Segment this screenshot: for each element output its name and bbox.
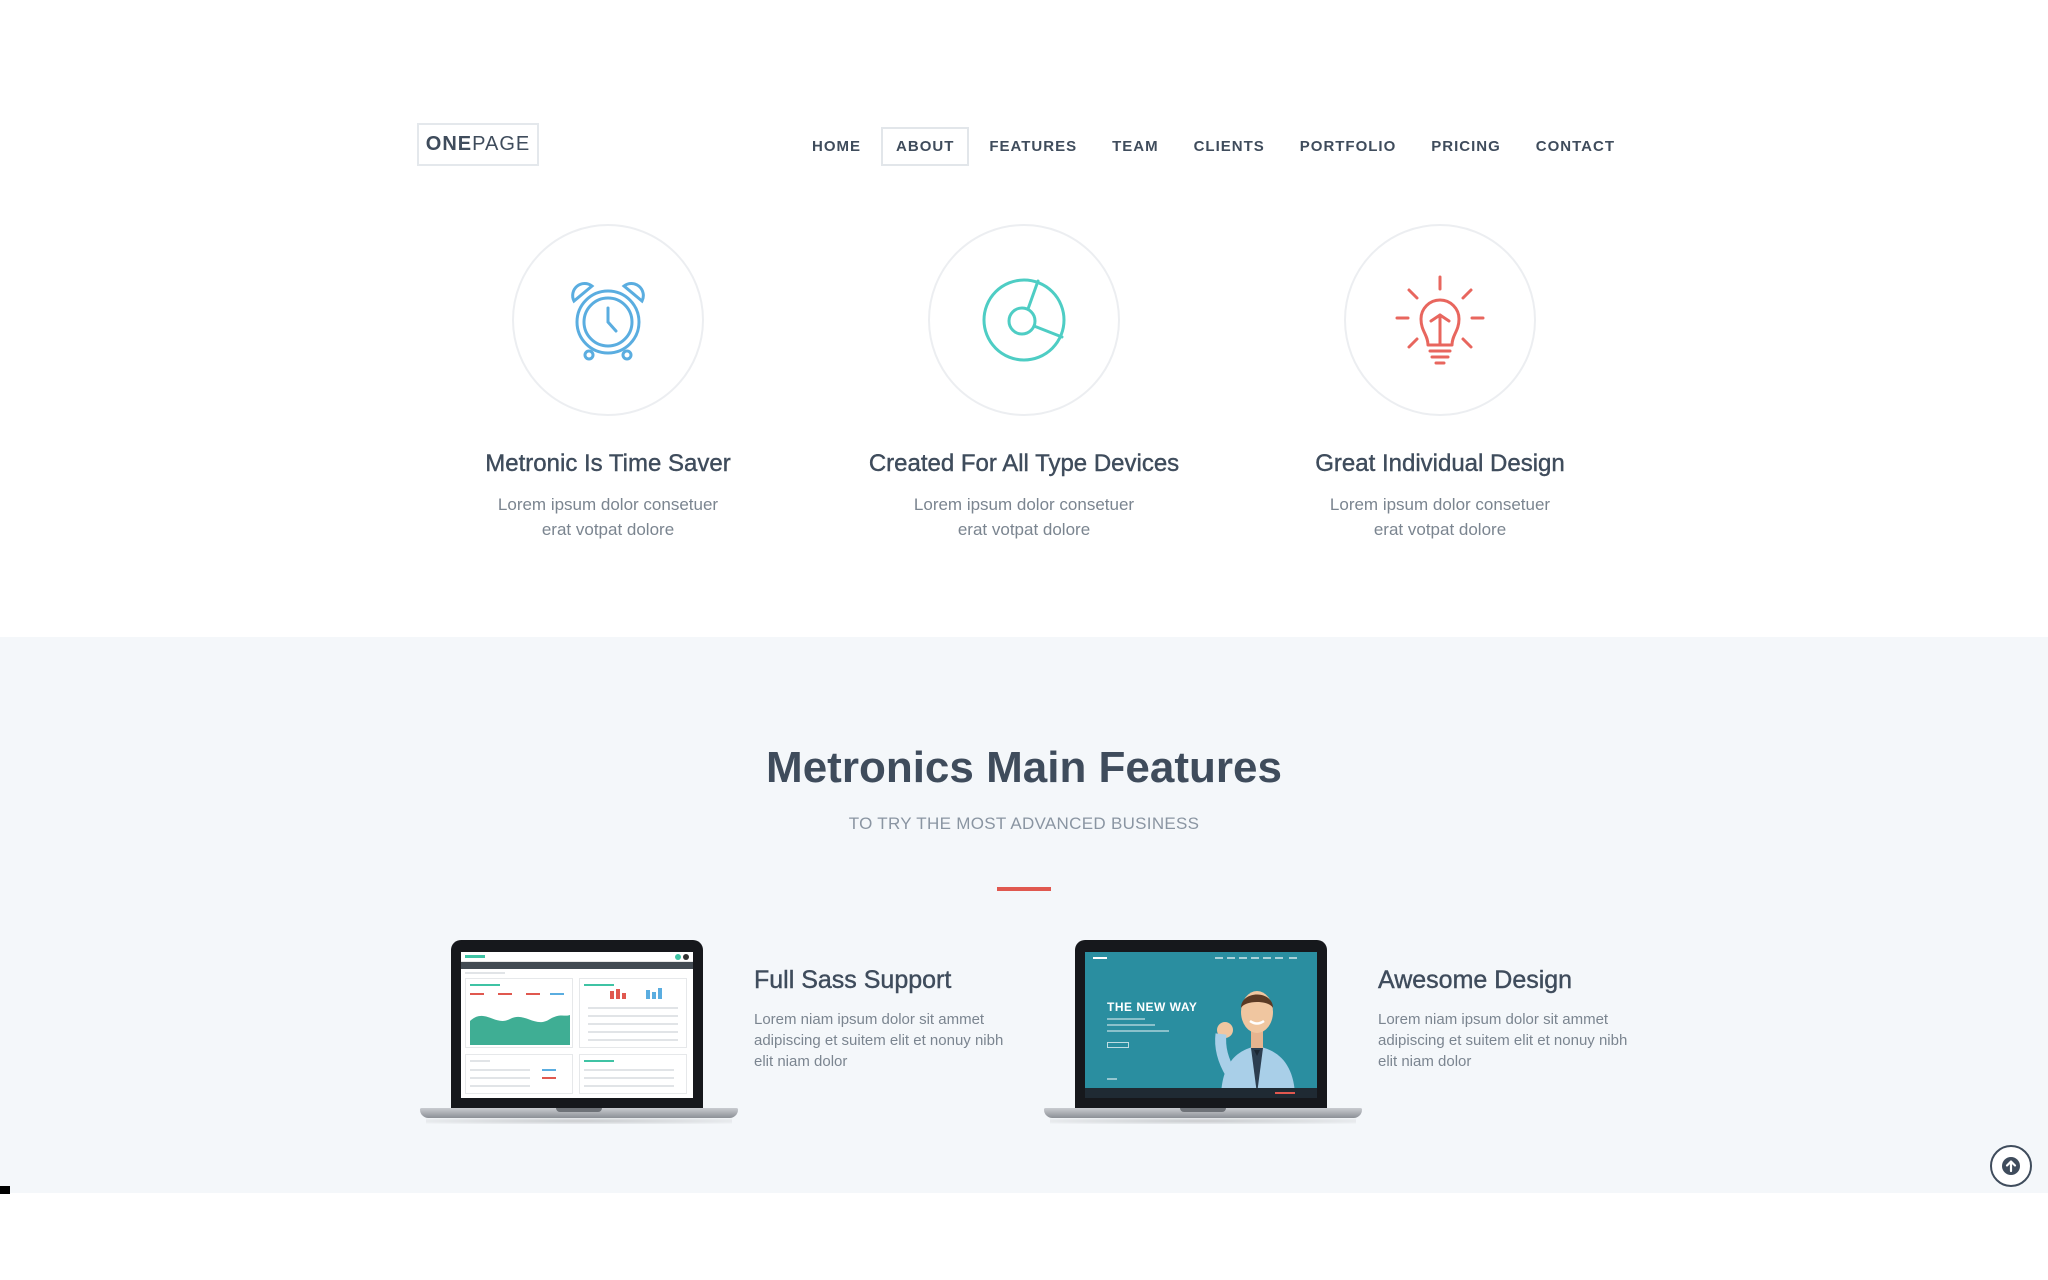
feature-description: Lorem niam ipsum dolor sit ammet adipisc…	[1378, 1009, 1648, 1072]
feature-desc-line: Lorem niam ipsum dolor sit ammet	[754, 1011, 985, 1028]
service-title: Great Individual Design	[1315, 450, 1565, 477]
service-desc-line: Lorem ipsum dolor consetuer	[913, 495, 1135, 514]
service-icon-circle	[1344, 224, 1536, 416]
window-edge	[0, 1186, 10, 1194]
service-icon-circle	[512, 224, 704, 416]
arrow-up-icon	[2002, 1157, 2020, 1175]
service-description: Lorem ipsum dolor consetuer erat votpat …	[400, 492, 816, 542]
laptop-lid	[451, 940, 703, 1110]
laptop-screen-dashboard	[461, 952, 693, 1098]
laptop-shadow	[426, 1118, 732, 1124]
service-desc-line: erat votpat dolore	[957, 520, 1091, 539]
laptop-image	[420, 940, 738, 1124]
service-description: Lorem ipsum dolor consetuer erat votpat …	[816, 492, 1232, 542]
section-title: Metronics Main Features	[766, 743, 1282, 792]
service-icon-circle	[928, 224, 1120, 416]
service-title: Created For All Type Devices	[868, 450, 1180, 477]
feature-desc-line: adipiscing et suitem elit et nonuy nibh	[754, 1032, 1004, 1049]
laptop-shadow	[1050, 1118, 1356, 1124]
logo-light-text: PAGE	[472, 133, 531, 155]
section-subtitle: TO TRY THE MOST ADVANCED BUSINESS	[848, 814, 1200, 833]
area-chart-graphic	[470, 1015, 570, 1045]
laptop-screen-website: THE NEW WAY	[1085, 952, 1317, 1098]
features-section: Metronics Main Features TO TRY THE MOST …	[0, 637, 2048, 1193]
feature-desc-line: elit niam dolor	[1378, 1053, 1472, 1070]
service-desc-line: erat votpat dolore	[541, 520, 675, 539]
feature-desc-line: adipiscing et suitem elit et nonuy nibh	[1378, 1032, 1628, 1049]
laptop-lid: THE NEW WAY	[1075, 940, 1327, 1110]
service-title: Metronic Is Time Saver	[485, 450, 731, 477]
feature-text: Full Sass Support Lorem niam ipsum dolor…	[754, 966, 1024, 1072]
laptop-notch	[1180, 1108, 1226, 1112]
service-description: Lorem ipsum dolor consetuer erat votpat …	[1232, 492, 1648, 542]
service-desc-line: Lorem ipsum dolor consetuer	[497, 495, 719, 514]
pie-chart-icon	[982, 278, 1066, 362]
service-block: Created For All Type Devices Lorem ipsum…	[816, 224, 1232, 542]
feature-desc-line: elit niam dolor	[754, 1053, 848, 1070]
feature-text: Awesome Design Lorem niam ipsum dolor si…	[1378, 966, 1648, 1072]
service-desc-line: Lorem ipsum dolor consetuer	[1329, 495, 1551, 514]
nav-team[interactable]: TEAM	[1097, 127, 1174, 166]
feature-description: Lorem niam ipsum dolor sit ammet adipisc…	[754, 1009, 1024, 1072]
logo-bold-text: ONE	[425, 133, 473, 155]
businessman-figure	[1215, 991, 1295, 1094]
main-nav: HOME ABOUT FEATURES TEAM CLIENTS PORTFOL…	[792, 127, 1630, 166]
service-block: Metronic Is Time Saver Lorem ipsum dolor…	[400, 224, 816, 542]
screen-headline: THE NEW WAY	[1107, 1000, 1198, 1014]
title-divider	[997, 887, 1051, 891]
scroll-top-button[interactable]	[1990, 1145, 2032, 1187]
service-block: Great Individual Design Lorem ipsum dolo…	[1232, 224, 1648, 542]
nav-portfolio[interactable]: PORTFOLIO	[1285, 127, 1412, 166]
nav-about[interactable]: ABOUT	[881, 127, 970, 166]
nav-home[interactable]: HOME	[797, 127, 876, 166]
feature-title: Awesome Design	[1378, 966, 1573, 994]
feature-title: Full Sass Support	[754, 966, 952, 994]
nav-contact[interactable]: CONTACT	[1521, 127, 1630, 166]
laptop-image: THE NEW WAY	[1044, 940, 1362, 1124]
lightbulb-icon	[1395, 275, 1485, 365]
nav-pricing[interactable]: PRICING	[1416, 127, 1516, 166]
service-desc-line: erat votpat dolore	[1373, 520, 1507, 539]
site-header: ONE PAGE HOME ABOUT FEATURES TEAM CLIENTS…	[0, 0, 2048, 210]
laptop-notch	[556, 1108, 602, 1112]
nav-clients[interactable]: CLIENTS	[1179, 127, 1280, 166]
feature-desc-line: Lorem niam ipsum dolor sit ammet	[1378, 1011, 1609, 1028]
site-logo[interactable]: ONE PAGE	[417, 123, 539, 166]
alarm-clock-icon	[571, 282, 645, 361]
nav-features[interactable]: FEATURES	[974, 127, 1092, 166]
